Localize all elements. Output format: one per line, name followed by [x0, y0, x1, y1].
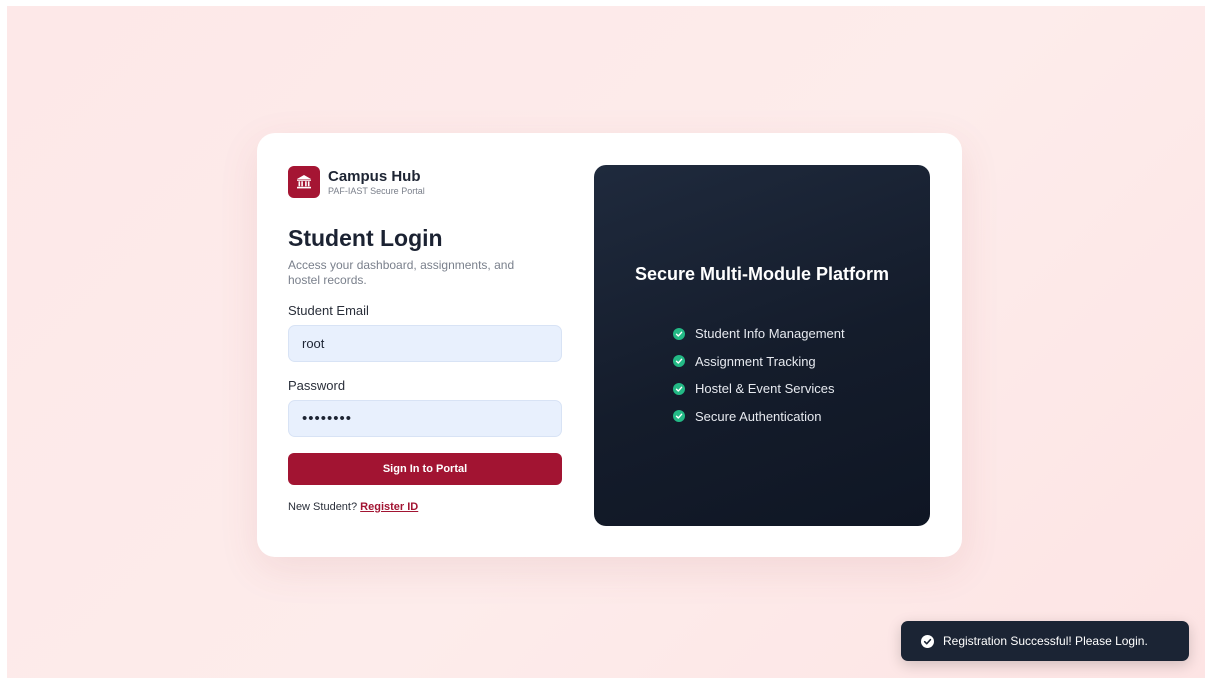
check-circle-icon — [921, 634, 934, 648]
login-form-section: Campus Hub PAF-IAST Secure Portal Studen… — [288, 166, 562, 514]
register-link[interactable]: Register ID — [360, 501, 418, 513]
sign-in-button[interactable]: Sign In to Portal — [288, 453, 562, 485]
toast-notification[interactable]: Registration Successful! Please Login. — [901, 621, 1189, 661]
brand-name: Campus Hub — [328, 167, 421, 185]
feature-label: Secure Authentication — [695, 408, 822, 424]
feature-list: Student Info Management Assignment Track… — [673, 320, 845, 430]
list-item: Student Info Management — [673, 320, 845, 348]
check-circle-icon — [673, 410, 685, 423]
list-item: Secure Authentication — [673, 403, 845, 431]
password-field[interactable] — [288, 400, 562, 437]
feature-panel: Secure Multi-Module Platform Student Inf… — [594, 165, 930, 526]
check-circle-icon — [673, 355, 685, 368]
page-title: Student Login — [288, 225, 443, 251]
feature-label: Student Info Management — [695, 326, 845, 342]
email-label: Student Email — [288, 303, 369, 318]
toast-message: Registration Successful! Please Login. — [943, 634, 1148, 648]
list-item: Hostel & Event Services — [673, 375, 845, 403]
login-card: Campus Hub PAF-IAST Secure Portal Studen… — [257, 133, 962, 557]
brand-header: Campus Hub PAF-IAST Secure Portal — [288, 166, 562, 198]
email-field[interactable] — [288, 325, 562, 362]
login-description: Access your dashboard, assignments, and … — [288, 258, 515, 287]
register-prompt: New Student? — [288, 501, 358, 513]
bank-building-icon — [288, 166, 320, 198]
feature-label: Assignment Tracking — [695, 353, 816, 369]
register-row: New Student? Register ID — [288, 500, 562, 514]
check-circle-icon — [673, 382, 685, 395]
brand-subtitle: PAF-IAST Secure Portal — [328, 185, 425, 196]
brand-text: Campus Hub PAF-IAST Secure Portal — [328, 168, 425, 197]
panel-title: Secure Multi-Module Platform — [634, 264, 890, 284]
check-circle-icon — [673, 327, 685, 340]
list-item: Assignment Tracking — [673, 348, 845, 376]
feature-label: Hostel & Event Services — [695, 381, 835, 397]
password-label: Password — [288, 378, 346, 393]
